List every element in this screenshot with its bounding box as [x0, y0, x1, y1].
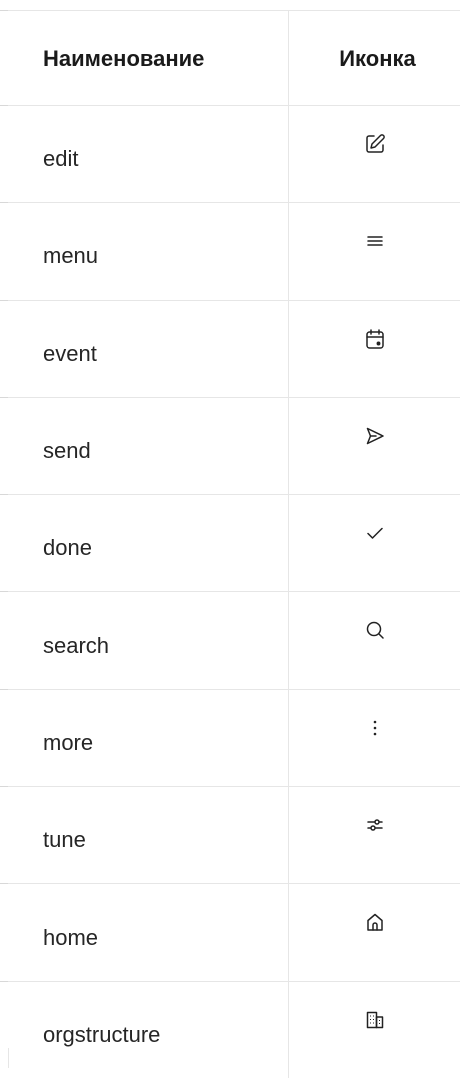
row-icon-cell	[289, 690, 460, 786]
row-icon-cell	[289, 884, 460, 980]
table-row: menu	[0, 202, 460, 300]
table-row: home	[0, 883, 460, 981]
row-icon-cell	[289, 301, 460, 397]
done-icon	[366, 527, 383, 539]
row-divider-tick	[0, 591, 8, 593]
row-divider-tick	[0, 10, 8, 11]
table-header-row: Наименование Иконка	[0, 10, 460, 105]
row-name: menu	[8, 203, 289, 300]
row-icon-cell	[289, 495, 460, 591]
row-divider-tick	[0, 786, 8, 788]
row-name: event	[8, 300, 289, 397]
home-icon	[366, 914, 383, 932]
menu-icon	[366, 236, 383, 247]
orgstructure-icon	[366, 1011, 383, 1028]
table-row: more	[0, 688, 460, 787]
row-name: edit	[8, 106, 289, 203]
header-name: Наименование	[8, 11, 289, 105]
table-row: send	[0, 396, 460, 495]
row-divider-tick	[0, 396, 8, 398]
row-name: send	[8, 397, 289, 495]
table-bottom-edge	[8, 1048, 9, 1068]
table-row: search	[0, 591, 460, 689]
row-icon-cell	[289, 398, 460, 494]
row-divider-tick	[0, 299, 8, 301]
row-divider-tick	[0, 980, 8, 982]
tune-icon	[366, 819, 383, 831]
row-name: more	[8, 689, 289, 787]
row-divider-tick	[0, 494, 8, 496]
row-name: tune	[8, 787, 289, 884]
send-icon	[366, 427, 384, 445]
row-icon-cell	[289, 982, 460, 1078]
row-icon-cell	[289, 203, 460, 299]
icons-table: Наименование Иконка edit menu event send…	[0, 10, 460, 1078]
event-icon	[365, 328, 384, 349]
header-icon: Иконка	[339, 46, 416, 71]
table-row: event	[0, 299, 460, 397]
row-icon-cell	[289, 106, 460, 202]
search-icon	[366, 622, 384, 640]
edit-icon	[365, 134, 385, 153]
table-row: edit	[0, 105, 460, 203]
row-name: home	[8, 884, 289, 981]
row-name: search	[8, 592, 289, 689]
row-divider-tick	[0, 688, 8, 690]
table-row: tune	[0, 786, 460, 884]
row-name: orgstructure	[8, 981, 289, 1078]
row-divider-tick	[0, 202, 8, 204]
table-row: orgstructure	[0, 980, 460, 1078]
row-icon-cell	[289, 592, 460, 688]
row-name: done	[8, 495, 289, 592]
row-icon-cell	[289, 787, 460, 883]
row-divider-tick	[0, 105, 8, 106]
more-icon	[373, 720, 376, 736]
table-row: done	[0, 494, 460, 592]
row-divider-tick	[0, 883, 8, 885]
